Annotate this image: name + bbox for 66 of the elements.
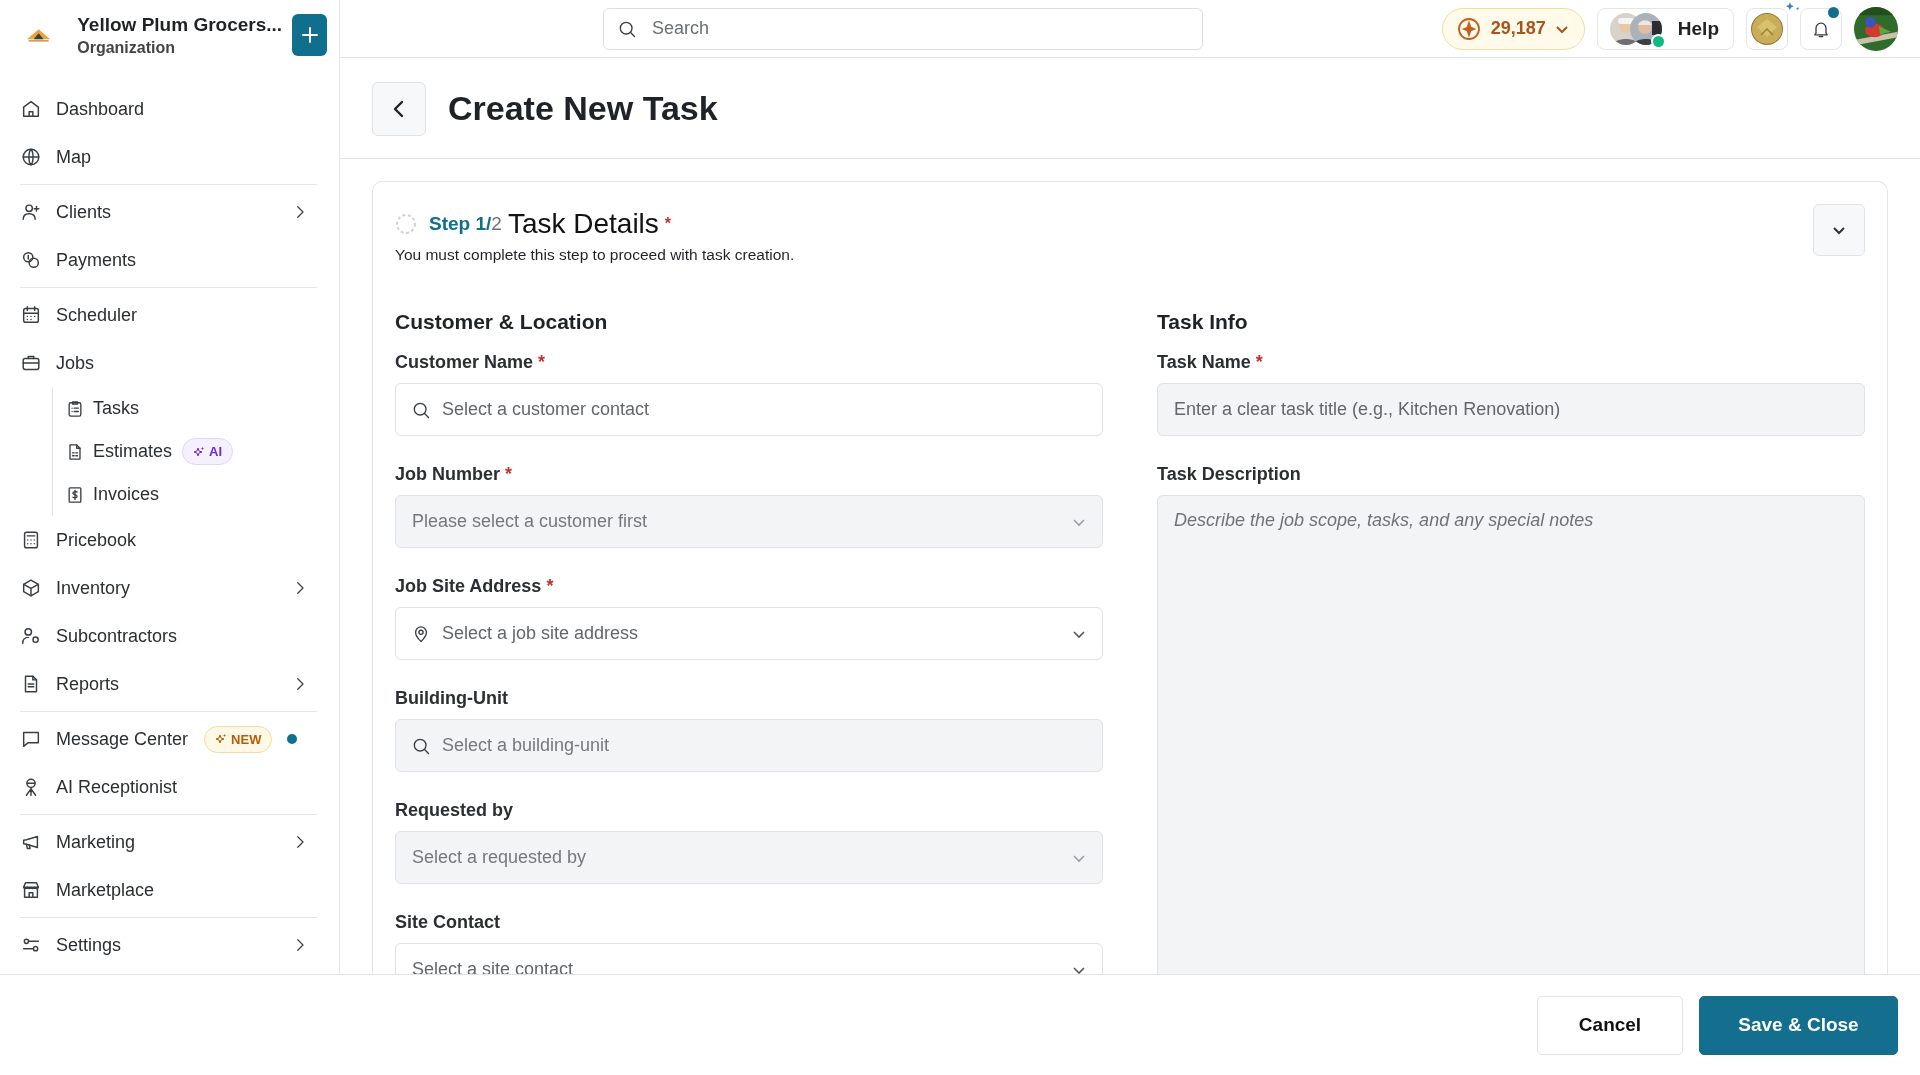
field-label: Task Description [1157, 464, 1301, 484]
notifications-button[interactable] [1800, 7, 1842, 50]
section-title: Task Info [1157, 310, 1249, 334]
nav-item[interactable]: Estimates [93, 441, 173, 462]
field-label: Job Number [395, 464, 500, 484]
required-mark: * [664, 215, 672, 233]
nav-item[interactable]: Dashboard [56, 98, 145, 120]
coins-icon [20, 249, 42, 271]
nav-item[interactable]: Pricebook [56, 529, 137, 551]
nav-item[interactable]: Clients [56, 201, 112, 223]
nav-item[interactable]: Reports [56, 673, 120, 695]
nav-item[interactable]: Subcontractors [56, 625, 178, 647]
home-icon [20, 98, 42, 120]
search-field[interactable]: Select a customer contact [395, 383, 1103, 436]
nav-item[interactable]: Scheduler [56, 304, 138, 326]
required-mark: * [546, 576, 554, 596]
page-title: Create New Task [448, 89, 718, 128]
add-button[interactable] [292, 14, 327, 56]
step-total: 2 [491, 213, 502, 235]
organization-label: Organization [77, 38, 176, 57]
coins-button[interactable]: 29,187 [1441, 7, 1585, 50]
section-title: Customer & Location [395, 310, 609, 334]
user-plus-icon [20, 201, 42, 223]
box-icon [20, 577, 42, 599]
field-label: Task Name [1157, 352, 1251, 372]
field-label: Building-Unit [395, 688, 508, 708]
step-note: You must complete this step to proceed with task creation. [395, 246, 796, 264]
sparkle-icon [1786, 1, 1800, 12]
nav-item[interactable]: Tasks [93, 398, 139, 419]
step-title: Task Details [507, 208, 659, 240]
store-icon [20, 879, 42, 901]
field-label: Job Site Address [395, 576, 542, 596]
text-field[interactable]: Enter a clear task title (e.g., Kitchen Renovation) [1157, 383, 1865, 436]
nav-item[interactable]: Message Center [56, 728, 189, 750]
ai-badge: AI [182, 438, 234, 465]
nav-item[interactable]: AI Receptionist [56, 776, 178, 798]
globe-icon [20, 146, 42, 168]
nav-item[interactable]: Jobs [56, 352, 95, 374]
field-label: Customer Name [395, 352, 534, 372]
field-label: Site Contact [395, 912, 500, 932]
nav-item[interactable]: Invoices [93, 484, 160, 505]
required-mark: * [1255, 352, 1263, 372]
nav-item[interactable]: Settings [56, 934, 122, 956]
calendar-icon [20, 304, 42, 326]
field-label: Requested by [395, 800, 514, 820]
search-field[interactable]: Search [603, 7, 1203, 50]
nav-item[interactable]: Inventory [56, 577, 131, 599]
nav-item[interactable]: Map [56, 146, 91, 168]
achievement-button[interactable] [1746, 7, 1788, 50]
nav-item[interactable]: Payments [56, 249, 137, 271]
required-mark: * [505, 464, 513, 484]
select-field[interactable]: Select a job site address [395, 607, 1103, 660]
save-button[interactable]: Save & Close [1699, 995, 1898, 1055]
nav-item[interactable]: Marketing [56, 831, 136, 853]
cancel-button[interactable]: Cancel [1537, 995, 1683, 1055]
step-counter: Step 1/ [429, 213, 492, 235]
user-gear-icon [20, 625, 42, 647]
description-field[interactable]: Describe the job scope, tasks, and any special notes [1157, 495, 1865, 974]
nav-item[interactable]: Marketplace [56, 879, 155, 901]
required-mark: * [538, 352, 546, 372]
new-badge: NEW [204, 725, 273, 753]
progress-ring-icon [395, 213, 417, 235]
coin-icon [1456, 15, 1483, 42]
organization-name[interactable]: Yellow Plum Grocers... [77, 13, 283, 36]
plus-icon [299, 25, 320, 45]
help-button[interactable]: Help [1596, 7, 1734, 50]
